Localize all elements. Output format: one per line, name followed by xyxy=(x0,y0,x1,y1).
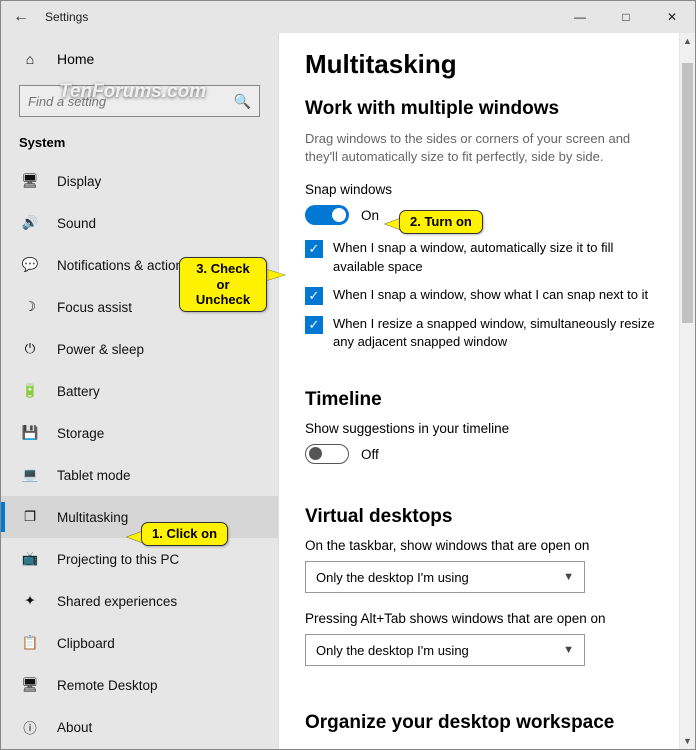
sidebar-item-label: Focus assist xyxy=(57,300,132,315)
sidebar-item-tablet[interactable]: 💻 Tablet mode xyxy=(1,454,278,496)
callout-turn-on: 2. Turn on xyxy=(399,210,483,234)
minimize-icon: ― xyxy=(574,10,586,24)
minimize-button[interactable]: ― xyxy=(557,1,603,33)
sidebar-item-label: Clipboard xyxy=(57,636,115,651)
sidebar-item-display[interactable]: 🖥 Display xyxy=(1,160,278,202)
snap-section-title: Work with multiple windows xyxy=(305,98,675,120)
sidebar-item-storage[interactable]: 💾 Storage xyxy=(1,412,278,454)
virtual-alttab-label: Pressing Alt+Tab shows windows that are … xyxy=(305,611,675,626)
organize-section-title: Organize your desktop workspace xyxy=(305,712,675,734)
snap-check-label: When I snap a window, show what I can sn… xyxy=(333,286,648,304)
dropdown-value: Only the desktop I'm using xyxy=(316,570,469,585)
sidebar-item-shared[interactable]: ✦ Shared experiences xyxy=(1,580,278,622)
callout-tail xyxy=(265,269,285,281)
maximize-button[interactable]: □ xyxy=(603,1,649,33)
sidebar-item-sound[interactable]: 🔊 Sound xyxy=(1,202,278,244)
snap-description: Drag windows to the sides or corners of … xyxy=(305,130,665,166)
checkbox-icon: ✓ xyxy=(305,316,323,334)
timeline-section-title: Timeline xyxy=(305,389,675,411)
snap-toggle-state: On xyxy=(361,208,379,223)
virtual-alttab-dropdown[interactable]: Only the desktop I'm using ▼ xyxy=(305,634,585,666)
snap-windows-toggle[interactable] xyxy=(305,205,349,225)
sidebar-item-label: Shared experiences xyxy=(57,594,177,609)
display-icon: 🖥 xyxy=(21,173,39,189)
chevron-down-icon: ▼ xyxy=(563,644,574,656)
snap-check-2[interactable]: ✓ When I snap a window, show what I can … xyxy=(305,286,665,305)
sidebar-item-label: Sound xyxy=(57,216,96,231)
snap-check-label: When I snap a window, automatically size… xyxy=(333,239,665,275)
close-icon: ✕ xyxy=(667,10,677,24)
callout-check-uncheck: 3. Check or Uncheck xyxy=(179,257,267,312)
chevron-down-icon: ▼ xyxy=(563,571,574,583)
sidebar-item-remote-desktop[interactable]: 🖥 Remote Desktop xyxy=(1,664,278,706)
search-box[interactable]: 🔍 xyxy=(19,85,260,117)
projecting-icon: 📺 xyxy=(21,551,39,567)
sidebar-home-label: Home xyxy=(57,51,94,67)
sidebar-item-about[interactable]: ⓘ About xyxy=(1,706,278,748)
snap-check-3[interactable]: ✓ When I resize a snapped window, simult… xyxy=(305,315,665,351)
virtual-taskbar-label: On the taskbar, show windows that are op… xyxy=(305,538,675,553)
arrow-left-icon: ← xyxy=(13,8,29,26)
sidebar-item-label: Display xyxy=(57,174,101,189)
sidebar-item-clipboard[interactable]: 📋 Clipboard xyxy=(1,622,278,664)
about-icon: ⓘ xyxy=(21,717,39,737)
sidebar-item-label: Storage xyxy=(57,426,104,441)
sidebar-nav: 🖥 Display 🔊 Sound 💬 Notifications & actions… xyxy=(1,160,278,748)
sidebar-item-label: Projecting to this PC xyxy=(57,552,179,567)
callout-click-on: 1. Click on xyxy=(141,522,228,546)
maximize-icon: □ xyxy=(622,10,629,24)
checkbox-icon: ✓ xyxy=(305,240,323,258)
shared-icon: ✦ xyxy=(21,593,39,609)
sidebar-item-label: Power & sleep xyxy=(57,342,144,357)
notifications-icon: 💬 xyxy=(21,257,39,273)
virtual-taskbar-dropdown[interactable]: Only the desktop I'm using ▼ xyxy=(305,561,585,593)
power-icon: ⏻ xyxy=(21,341,39,357)
sidebar: ⌂ Home 🔍 System 🖥 Display 🔊 Sound 💬 Notific… xyxy=(1,33,279,749)
sidebar-section-label: System xyxy=(1,129,278,160)
timeline-toggle[interactable] xyxy=(305,444,349,464)
scrollbar-thumb[interactable] xyxy=(682,63,693,323)
dropdown-value: Only the desktop I'm using xyxy=(316,643,469,658)
scroll-up-icon[interactable]: ▲ xyxy=(680,33,695,49)
sidebar-home[interactable]: ⌂ Home xyxy=(1,39,278,79)
content-pane: Multitasking Work with multiple windows … xyxy=(279,33,695,749)
snap-check-1[interactable]: ✓ When I snap a window, automatically si… xyxy=(305,239,665,275)
remote-desktop-icon: 🖥 xyxy=(21,677,39,693)
sidebar-item-battery[interactable]: 🔋 Battery xyxy=(1,370,278,412)
home-icon: ⌂ xyxy=(21,51,39,67)
window-controls: ― □ ✕ xyxy=(557,1,695,33)
search-input[interactable] xyxy=(28,94,234,109)
sidebar-item-label: Notifications & actions xyxy=(57,258,190,273)
page-title: Multitasking xyxy=(305,49,675,80)
battery-icon: 🔋 xyxy=(21,383,39,399)
sidebar-item-label: Battery xyxy=(57,384,100,399)
window-title: Settings xyxy=(41,10,271,24)
virtual-section-title: Virtual desktops xyxy=(305,506,675,528)
sound-icon: 🔊 xyxy=(21,215,39,231)
scroll-down-icon[interactable]: ▼ xyxy=(680,733,695,749)
snap-check-label: When I resize a snapped window, simultan… xyxy=(333,315,665,351)
tablet-icon: 💻 xyxy=(21,467,39,483)
timeline-toggle-label: Show suggestions in your timeline xyxy=(305,421,675,436)
scrollbar[interactable]: ▲ ▼ xyxy=(679,33,695,749)
titlebar: ← Settings ― □ ✕ xyxy=(1,1,695,33)
sidebar-item-label: Tablet mode xyxy=(57,468,131,483)
search-icon: 🔍 xyxy=(234,93,251,110)
sidebar-item-projecting[interactable]: 📺 Projecting to this PC xyxy=(1,538,278,580)
focus-assist-icon: ☽ xyxy=(21,299,39,315)
clipboard-icon: 📋 xyxy=(21,635,39,651)
close-button[interactable]: ✕ xyxy=(649,1,695,33)
multitasking-icon: ❐ xyxy=(21,509,39,525)
sidebar-item-label: Remote Desktop xyxy=(57,678,158,693)
checkbox-icon: ✓ xyxy=(305,287,323,305)
snap-toggle-label: Snap windows xyxy=(305,182,675,197)
sidebar-item-label: About xyxy=(57,720,92,735)
sidebar-item-label: Multitasking xyxy=(57,510,128,525)
sidebar-item-power[interactable]: ⏻ Power & sleep xyxy=(1,328,278,370)
back-button[interactable]: ← xyxy=(1,1,41,33)
timeline-toggle-state: Off xyxy=(361,447,379,462)
storage-icon: 💾 xyxy=(21,425,39,441)
